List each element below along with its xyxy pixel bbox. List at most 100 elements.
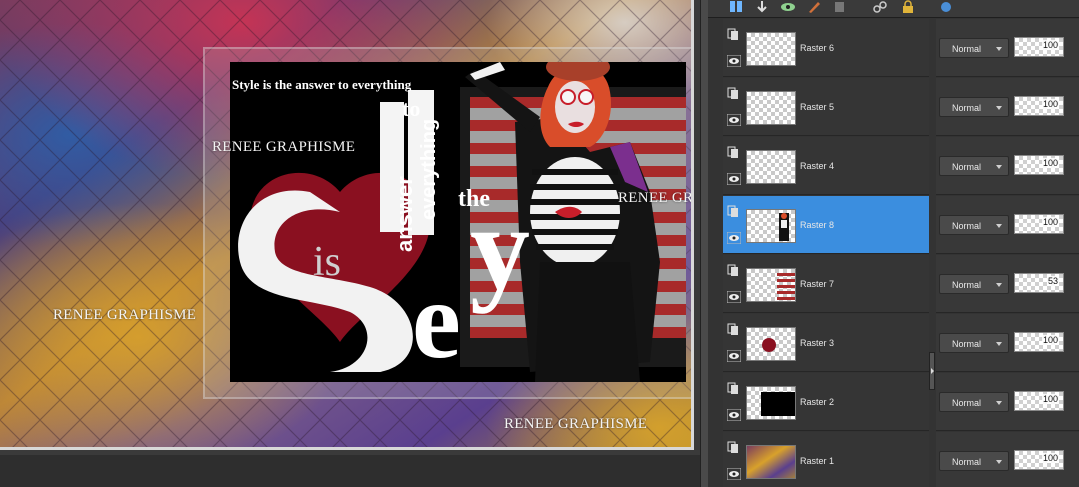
- layer-type-icon[interactable]: [727, 205, 740, 218]
- layer-thumbnail: [746, 445, 796, 479]
- mask-icon[interactable]: [938, 0, 954, 14]
- layer-type-icon[interactable]: [727, 146, 740, 159]
- layer-type-icon[interactable]: [727, 441, 740, 454]
- layer-visibility-icon[interactable]: [727, 232, 741, 244]
- layer-properties: Normal 100: [936, 196, 1079, 254]
- panel-divider[interactable]: [700, 0, 708, 487]
- opacity-field[interactable]: 100: [1014, 332, 1064, 352]
- layer-row[interactable]: Raster 3 Normal 100: [723, 314, 1079, 373]
- blend-mode-label: Normal: [952, 162, 982, 172]
- blend-mode-label: Normal: [952, 221, 982, 231]
- layer-visibility-icon[interactable]: [727, 468, 741, 480]
- watermark-text: RENEE GRAPHISME: [504, 416, 648, 432]
- layer-row-main[interactable]: Raster 6: [723, 19, 929, 77]
- layer-visibility-icon[interactable]: [727, 409, 741, 421]
- layer-properties: Normal 100: [936, 373, 1079, 431]
- layer-row-main[interactable]: Raster 8: [723, 196, 929, 254]
- blend-mode-label: Normal: [952, 280, 982, 290]
- chevron-down-icon: [996, 47, 1002, 51]
- layer-row-main[interactable]: Raster 3: [723, 314, 929, 372]
- document-canvas[interactable]: is to answer everything the y e Style is…: [0, 0, 694, 450]
- opacity-value: 100: [1041, 453, 1059, 463]
- layer-name: Raster 8: [800, 220, 835, 230]
- layer-row[interactable]: Raster 1 Normal 100: [723, 432, 1079, 487]
- layer-properties: Normal 100: [936, 432, 1079, 487]
- layer-thumbnail: [746, 268, 796, 302]
- opacity-field[interactable]: 53: [1014, 273, 1064, 293]
- opacity-value: 100: [1041, 217, 1059, 227]
- blend-mode-dropdown[interactable]: Normal: [939, 392, 1009, 412]
- layer-name: Raster 5: [800, 102, 835, 112]
- opacity-field[interactable]: 100: [1014, 155, 1064, 175]
- layer-visibility-icon[interactable]: [727, 114, 741, 126]
- canvas-horizontal-scroll[interactable]: [0, 455, 700, 487]
- art-word-everything: everything: [418, 118, 440, 220]
- art-word-is: is: [313, 239, 342, 285]
- layer-thumbnail: [746, 209, 796, 243]
- chevron-down-icon: [996, 165, 1002, 169]
- layer-thumbnail: [746, 32, 796, 66]
- link-icon[interactable]: [872, 0, 888, 14]
- blend-mode-dropdown[interactable]: Normal: [939, 451, 1009, 471]
- art-word-y: y: [470, 181, 530, 314]
- blend-mode-dropdown[interactable]: Normal: [939, 215, 1009, 235]
- blend-mode-dropdown[interactable]: Normal: [939, 333, 1009, 353]
- blend-mode-label: Normal: [952, 103, 982, 113]
- layer-row-main[interactable]: Raster 7: [723, 255, 929, 313]
- layer-row-main[interactable]: Raster 4: [723, 137, 929, 195]
- layer-row[interactable]: Raster 8 Normal 100: [723, 196, 1079, 255]
- canvas-area[interactable]: is to answer everything the y e Style is…: [0, 0, 700, 487]
- watermark-text: RENEE GRAPHISME: [53, 307, 197, 323]
- layers-toolbar: [708, 0, 1079, 18]
- layer-name: Raster 6: [800, 43, 835, 53]
- artwork-tagline: Style is the answer to everything: [232, 77, 412, 92]
- blend-mode-dropdown[interactable]: Normal: [939, 97, 1009, 117]
- layers-panel: Raster 6 Normal 100 Raster 5 Normal 100 Raster…: [708, 0, 1079, 487]
- layer-row-main[interactable]: Raster 5: [723, 78, 929, 136]
- blend-mode-label: Normal: [952, 339, 982, 349]
- opacity-field[interactable]: 100: [1014, 214, 1064, 234]
- layer-visibility-icon[interactable]: [727, 173, 741, 185]
- layer-row[interactable]: Raster 5 Normal 100: [723, 78, 1079, 137]
- layer-row[interactable]: Raster 6 Normal 100: [723, 19, 1079, 78]
- layer-row[interactable]: Raster 7 Normal 53: [723, 255, 1079, 314]
- layer-type-icon[interactable]: [727, 323, 740, 336]
- opacity-field[interactable]: 100: [1014, 391, 1064, 411]
- layer-visibility-icon[interactable]: [727, 55, 741, 67]
- blend-mode-dropdown[interactable]: Normal: [939, 274, 1009, 294]
- chevron-down-icon: [996, 342, 1002, 346]
- opacity-value: 53: [1046, 276, 1059, 286]
- layer-properties: Normal 100: [936, 19, 1079, 77]
- layer-row[interactable]: Raster 2 Normal 100: [723, 373, 1079, 432]
- blend-mode-dropdown[interactable]: Normal: [939, 38, 1009, 58]
- layer-list: Raster 6 Normal 100 Raster 5 Normal 100 Raster…: [723, 19, 1079, 487]
- opacity-value: 100: [1041, 40, 1059, 50]
- visibility-icon[interactable]: [780, 0, 796, 14]
- group-icon[interactable]: [832, 0, 848, 14]
- layer-visibility-icon[interactable]: [727, 291, 741, 303]
- layer-type-icon[interactable]: [727, 87, 740, 100]
- layer-row[interactable]: Raster 4 Normal 100: [723, 137, 1079, 196]
- layer-name: Raster 3: [800, 338, 835, 348]
- opacity-field[interactable]: 100: [1014, 37, 1064, 57]
- art-word-answer: answer: [392, 176, 417, 252]
- layer-type-icon[interactable]: [727, 382, 740, 395]
- blend-mode-dropdown[interactable]: Normal: [939, 156, 1009, 176]
- new-layer-icon[interactable]: [728, 0, 744, 14]
- blend-mode-label: Normal: [952, 44, 982, 54]
- layer-visibility-icon[interactable]: [727, 350, 741, 362]
- brush-icon[interactable]: [806, 0, 822, 14]
- layer-row-main[interactable]: Raster 1: [723, 432, 929, 487]
- layer-name: Raster 2: [800, 397, 835, 407]
- merge-down-icon[interactable]: [754, 0, 770, 14]
- opacity-field[interactable]: 100: [1014, 450, 1064, 470]
- expand-arrow-icon: [931, 368, 934, 374]
- layer-type-icon[interactable]: [727, 28, 740, 41]
- layer-row-main[interactable]: Raster 2: [723, 373, 929, 431]
- layer-type-icon[interactable]: [727, 264, 740, 277]
- lock-icon[interactable]: [900, 0, 916, 14]
- blend-mode-label: Normal: [952, 398, 982, 408]
- panel-collapse-grip[interactable]: [929, 352, 935, 390]
- layer-properties: Normal 100: [936, 78, 1079, 136]
- opacity-field[interactable]: 100: [1014, 96, 1064, 116]
